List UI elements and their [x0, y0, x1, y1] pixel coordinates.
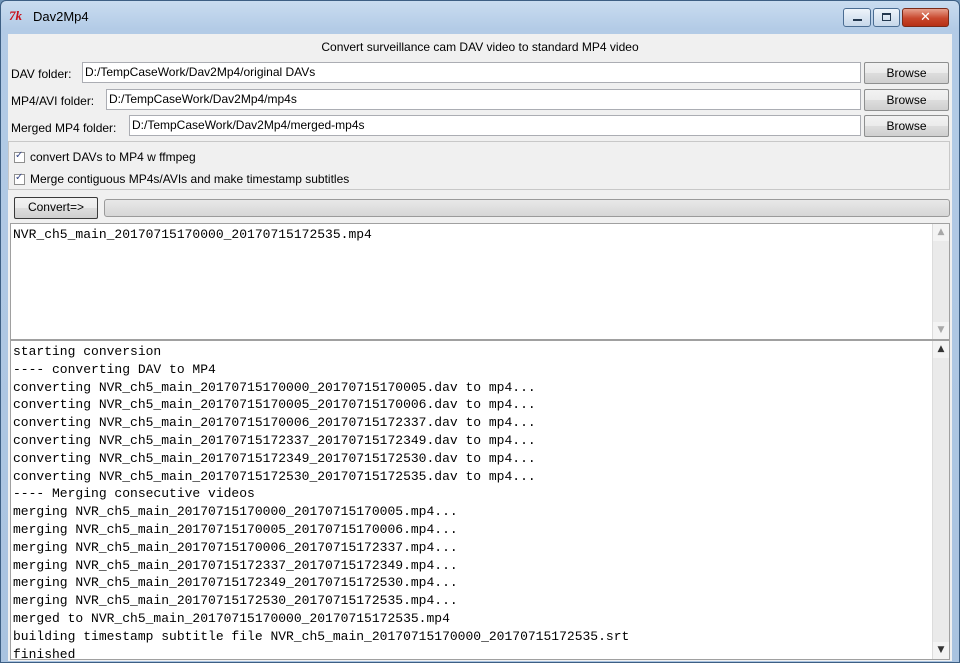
log-line: ---- converting DAV to MP4: [13, 361, 216, 377]
log-line: converting NVR_ch5_main_20170715172530_2…: [13, 468, 536, 484]
merge-option[interactable]: Merge contiguous MP4s/AVIs and make time…: [14, 172, 349, 186]
log-line: converting NVR_ch5_main_20170715170005_2…: [13, 397, 536, 413]
log-line: merging NVR_ch5_main_20170715172349_2017…: [13, 575, 458, 591]
tk-feather-icon: 7k: [9, 8, 22, 23]
dav-folder-input[interactable]: D:/TempCaseWork/Dav2Mp4/original DAVs: [82, 62, 861, 83]
output-text: NVR_ch5_main_20170715170000_201707151725…: [13, 227, 372, 242]
log-line: converting NVR_ch5_main_20170715170006_2…: [13, 415, 536, 431]
title-bar[interactable]: 7k Dav2Mp4 ✕: [1, 1, 959, 31]
browse-merged-button[interactable]: Browse: [864, 115, 949, 137]
log-line: merging NVR_ch5_main_20170715172337_2017…: [13, 557, 458, 573]
log-line: converting NVR_ch5_main_20170715170000_2…: [13, 379, 536, 395]
log-textbox[interactable]: starting conversion ---- converting DAV t…: [10, 340, 950, 660]
convert-button[interactable]: Convert=>: [14, 197, 98, 219]
minimize-button[interactable]: [843, 8, 871, 27]
convert-dav-label: convert DAVs to MP4 w ffmpeg: [30, 150, 196, 164]
log-line: merging NVR_ch5_main_20170715170006_2017…: [13, 539, 458, 555]
log-line: merged to NVR_ch5_main_20170715170000_20…: [13, 610, 450, 626]
scroll-down-icon[interactable]: ▼: [933, 642, 949, 659]
log-line: starting conversion: [13, 344, 162, 359]
log-lines: starting conversion ---- converting DAV t…: [11, 341, 949, 660]
maximize-icon: [882, 13, 891, 21]
log-line: building timestamp subtitle file NVR_ch5…: [13, 628, 630, 644]
merged-folder-label: Merged MP4 folder:: [11, 121, 117, 135]
scroll-up-icon[interactable]: ▲: [933, 341, 949, 358]
log-scrollbar[interactable]: ▲ ▼: [932, 341, 949, 659]
log-line: merging NVR_ch5_main_20170715170000_2017…: [13, 504, 458, 520]
log-line: merging NVR_ch5_main_20170715172530_2017…: [13, 593, 458, 609]
options-panel: convert DAVs to MP4 w ffmpeg Merge conti…: [8, 141, 950, 190]
app-window: 7k Dav2Mp4 ✕ Convert surveillance cam DA…: [0, 0, 960, 663]
log-line: converting NVR_ch5_main_20170715172349_2…: [13, 450, 536, 466]
output-textbox[interactable]: NVR_ch5_main_20170715170000_201707151725…: [10, 223, 950, 340]
dav-folder-label: DAV folder:: [11, 67, 72, 81]
close-icon: ✕: [920, 10, 931, 25]
convert-dav-option[interactable]: convert DAVs to MP4 w ffmpeg: [14, 150, 196, 164]
merge-label: Merge contiguous MP4s/AVIs and make time…: [30, 172, 350, 186]
log-line: converting NVR_ch5_main_20170715172337_2…: [13, 432, 536, 448]
browse-mp4-button[interactable]: Browse: [864, 89, 949, 111]
merged-folder-input[interactable]: D:/TempCaseWork/Dav2Mp4/merged-mp4s: [129, 115, 861, 136]
log-line: finished: [13, 646, 76, 660]
page-subtitle: Convert surveillance cam DAV video to st…: [321, 40, 639, 54]
browse-dav-button[interactable]: Browse: [864, 62, 949, 84]
log-line: merging NVR_ch5_main_20170715170005_2017…: [13, 521, 458, 537]
output-scrollbar[interactable]: ▲ ▼: [932, 224, 949, 339]
close-button[interactable]: ✕: [902, 8, 949, 27]
window-title: Dav2Mp4: [33, 9, 89, 24]
log-line: ---- Merging consecutive videos: [13, 486, 255, 502]
convert-dav-checkbox[interactable]: [14, 150, 25, 163]
maximize-button[interactable]: [873, 8, 900, 27]
scroll-down-icon[interactable]: ▼: [933, 322, 949, 339]
main-panel: Convert surveillance cam DAV video to st…: [8, 34, 952, 661]
mp4-folder-label: MP4/AVI folder:: [11, 94, 95, 108]
minimize-icon: [853, 19, 862, 21]
merge-checkbox[interactable]: [14, 172, 25, 185]
mp4-folder-input[interactable]: D:/TempCaseWork/Dav2Mp4/mp4s: [106, 89, 861, 110]
progress-bar: [104, 199, 950, 217]
scroll-up-icon[interactable]: ▲: [933, 224, 949, 241]
